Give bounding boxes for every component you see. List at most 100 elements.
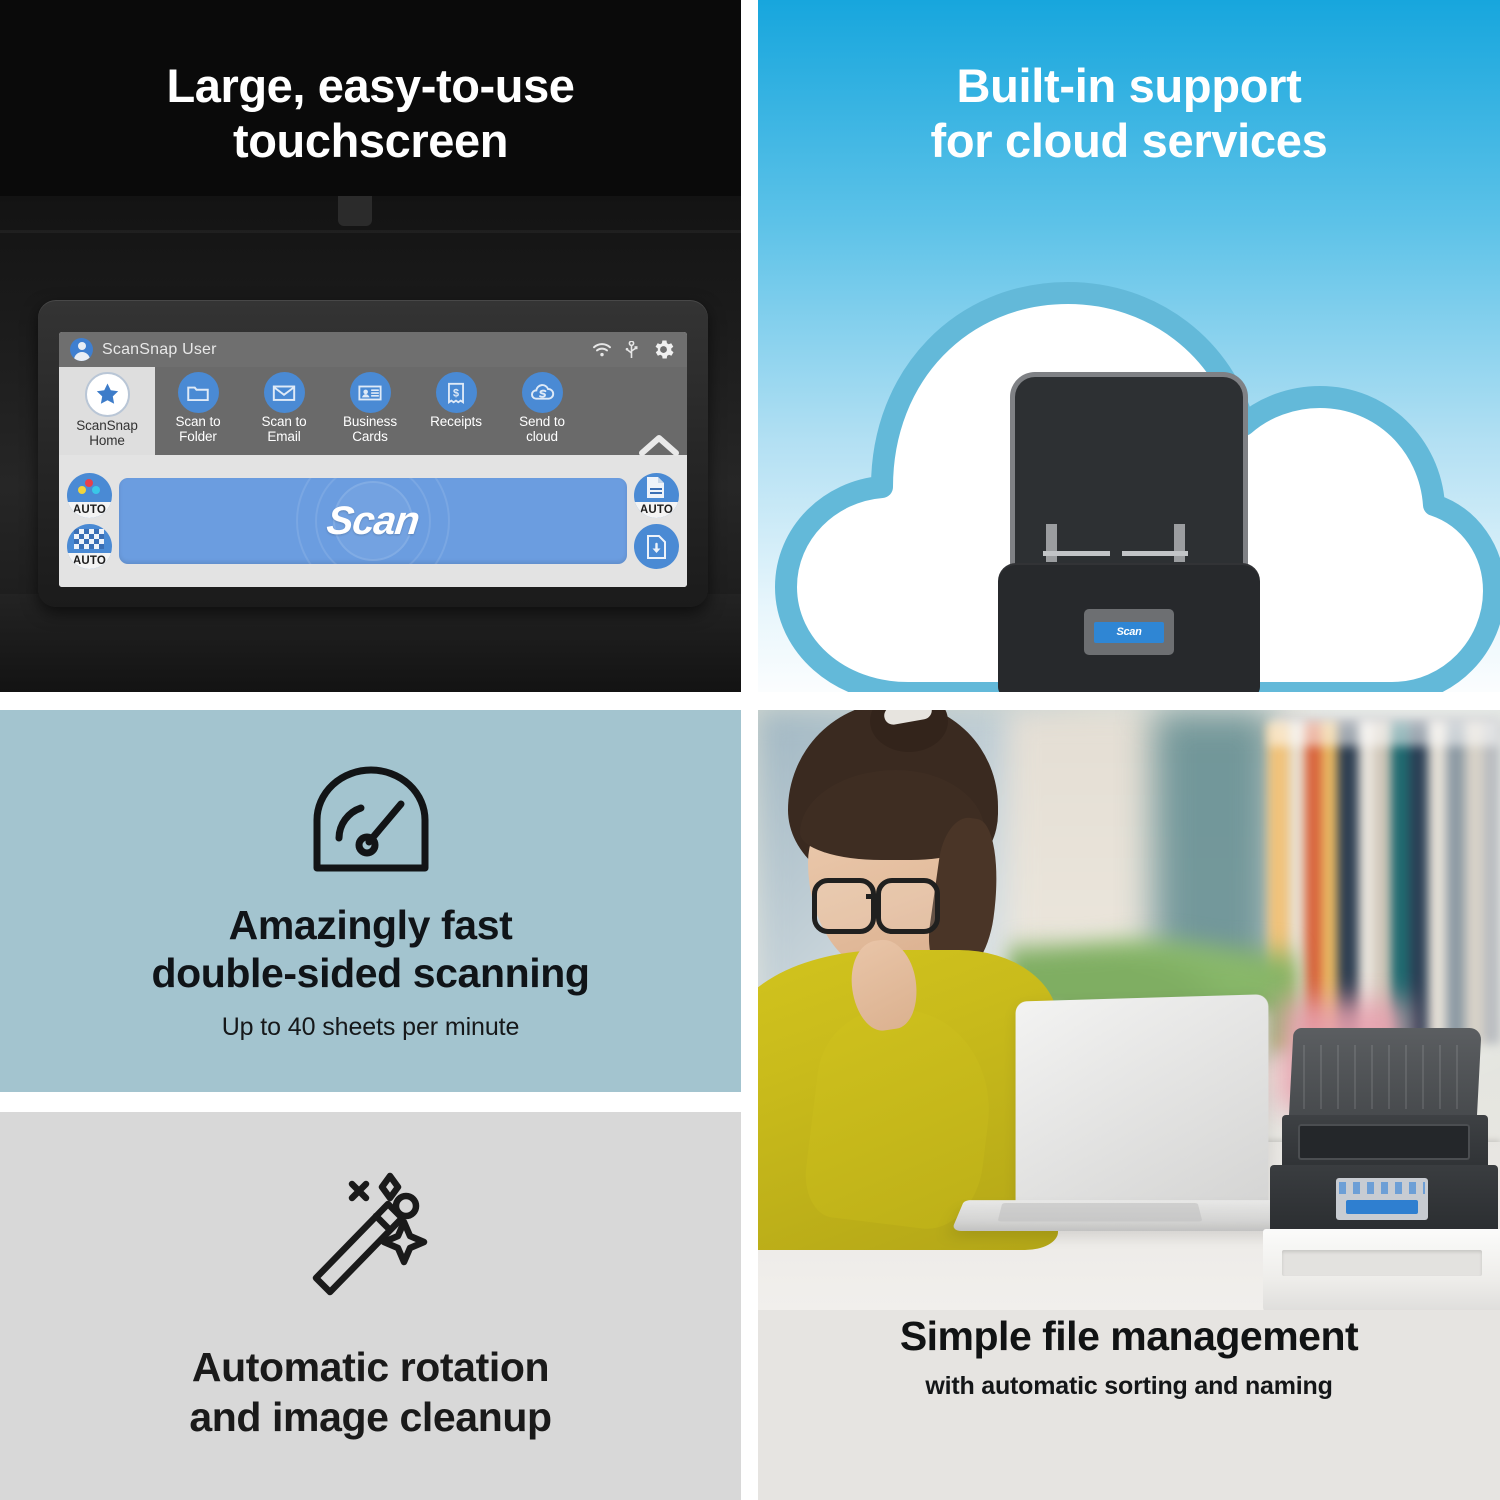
- cloud-headline-line2: for cloud services: [930, 114, 1328, 168]
- app-tile-label: Scan to Email: [261, 414, 307, 444]
- photo-bg-hangers: [1268, 720, 1500, 746]
- svg-text:$: $: [453, 387, 459, 399]
- app-label-line1: Scan to: [175, 414, 221, 429]
- file-management-subtitle: with automatic sorting and naming: [925, 1372, 1333, 1401]
- app-label-line1: Business: [343, 414, 397, 429]
- photo-scanner-feed-slot: [1298, 1124, 1470, 1160]
- chevron-up-icon[interactable]: [637, 432, 681, 463]
- speedometer-icon: [309, 760, 433, 880]
- scanner-mini-display: Scan: [1084, 609, 1174, 655]
- photo-laptop-lid: [1015, 994, 1269, 1212]
- scan-button[interactable]: Scan: [119, 478, 627, 564]
- auto-label: AUTO: [67, 553, 112, 569]
- app-label-line2: Email: [267, 428, 301, 444]
- photo-person-glasses-bridge: [866, 894, 878, 899]
- scan-button-label: Scan: [324, 498, 422, 543]
- photo-bg-clothes: [1268, 724, 1500, 1044]
- file-management-title: Simple file management: [899, 1313, 1359, 1359]
- photo-laptop-keyboard: [997, 1202, 1203, 1222]
- photo-scanner-scan-button: [1346, 1200, 1418, 1214]
- star-icon: [84, 372, 130, 417]
- magic-wand-icon: [306, 1170, 436, 1303]
- cloud-headline: Built-in support for cloud services: [758, 58, 1500, 169]
- app-tile-business-cards[interactable]: Business Cards: [327, 367, 413, 455]
- app-tile-send-to-cloud[interactable]: Send to cloud: [499, 367, 585, 455]
- panel-file-management: Simple file management with automatic so…: [758, 710, 1500, 1500]
- business-card-icon: [349, 372, 391, 413]
- photo-person-glasses-right: [876, 878, 940, 934]
- panel-touchscreen: Large, easy-to-use touchscreen ScanSnap …: [0, 0, 741, 692]
- scanner-seam: [0, 230, 741, 233]
- speed-subtitle: Up to 40 sheets per minute: [221, 1013, 520, 1042]
- panel-scan-speed: Amazingly fast double-sided scanning Up …: [0, 710, 741, 1092]
- app-tile-receipts[interactable]: $ Receipts: [413, 367, 499, 455]
- panel-cloud-services: Built-in support for cloud services Scan: [758, 0, 1500, 692]
- auto-label: AUTO: [634, 502, 679, 518]
- infographic-root: Large, easy-to-use touchscreen ScanSnap …: [0, 0, 1500, 1500]
- app-tile-row: ScanSnap Home Scan to Folder Scan to Ema…: [59, 367, 687, 456]
- app-tile-scansnap-home[interactable]: ScanSnap Home: [59, 367, 155, 455]
- cloud-headline-line1: Built-in support: [956, 59, 1302, 112]
- app-label-line2: Cards: [352, 428, 388, 444]
- color-mode-auto-button[interactable]: AUTO: [67, 473, 112, 518]
- gear-icon[interactable]: [651, 337, 676, 362]
- paper-guide-right: [1174, 524, 1185, 562]
- usb-icon[interactable]: [625, 340, 638, 359]
- status-icons: [592, 337, 676, 362]
- touchscreen-headline: Large, easy-to-use touchscreen: [0, 58, 741, 169]
- cloud-s-icon: [521, 372, 563, 413]
- app-tile-scan-to-email[interactable]: Scan to Email: [241, 367, 327, 455]
- cleanup-title-line2: and image cleanup: [189, 1393, 552, 1440]
- app-label-line1: ScanSnap: [76, 418, 138, 433]
- document-mode-auto-button[interactable]: AUTO: [634, 473, 679, 518]
- photo-scanner-display: [1336, 1178, 1428, 1220]
- scan-control-row: AUTO AUTO Scan AUTO: [59, 455, 687, 587]
- folder-icon: [177, 372, 219, 413]
- app-label-line1: Send to: [519, 414, 565, 429]
- photo-scanner-tray-texture: [1303, 1045, 1467, 1109]
- touchscreen-headline-line1: Large, easy-to-use: [166, 59, 575, 112]
- touchscreen-display[interactable]: ScanSnap User ScanSnap Home Scan to Fold…: [59, 332, 687, 587]
- panel-image-cleanup: Automatic rotation and image cleanup: [0, 1112, 741, 1500]
- speed-title-line2: double-sided scanning: [151, 949, 590, 996]
- receipt-dollar-icon: $: [435, 372, 477, 413]
- app-label-line2: Folder: [179, 428, 217, 444]
- auto-label: AUTO: [67, 502, 112, 518]
- feed-mode-button[interactable]: [634, 524, 679, 569]
- app-tile-label: Business Cards: [343, 414, 397, 444]
- photo-scanner-display-tiles: [1339, 1182, 1425, 1194]
- app-tile-label: ScanSnap Home: [76, 418, 138, 448]
- photo-person-glasses-left: [812, 878, 876, 934]
- app-tile-scan-to-folder[interactable]: Scan to Folder: [155, 367, 241, 455]
- paper-guide-rail-gap: [1110, 551, 1122, 556]
- app-label-line1: Receipts: [430, 414, 482, 429]
- file-management-caption: Simple file management with automatic so…: [758, 1310, 1500, 1500]
- app-tile-label: Send to cloud: [519, 414, 565, 444]
- app-label-line2: Home: [89, 432, 125, 448]
- left-mode-buttons: AUTO AUTO: [67, 473, 112, 569]
- app-label-line1: Scan to: [261, 414, 307, 429]
- touchscreen-headline-line2: touchscreen: [232, 114, 509, 168]
- app-label-line2: cloud: [526, 428, 558, 444]
- cleanup-title: Automatic rotation and image cleanup: [189, 1343, 552, 1441]
- cleanup-title-line1: Automatic rotation: [191, 1344, 550, 1391]
- speed-title: Amazingly fast double-sided scanning: [151, 902, 589, 998]
- right-mode-buttons: AUTO: [634, 473, 679, 569]
- speed-title-line1: Amazingly fast: [228, 901, 513, 948]
- lifestyle-photo: [758, 710, 1500, 1310]
- resolution-auto-button[interactable]: AUTO: [67, 524, 112, 569]
- app-tile-label: Scan to Folder: [175, 414, 221, 444]
- cloud-scanner-illustration: Scan: [998, 377, 1260, 692]
- paper-guide-left: [1046, 524, 1057, 562]
- avatar-icon: [70, 338, 93, 361]
- app-tile-label: Receipts: [430, 414, 482, 430]
- status-bar: ScanSnap User: [59, 332, 687, 367]
- scanner-scan-button-label: Scan: [1094, 621, 1164, 643]
- photo-scanner-output-slot: [1282, 1250, 1482, 1276]
- wifi-icon[interactable]: [592, 342, 612, 358]
- scanner-top-tab: [338, 196, 372, 226]
- cloud-illustration: Scan: [758, 215, 1500, 692]
- status-user-label: ScanSnap User: [102, 340, 217, 358]
- scanner-front-lip: [0, 594, 741, 692]
- envelope-icon: [263, 372, 305, 413]
